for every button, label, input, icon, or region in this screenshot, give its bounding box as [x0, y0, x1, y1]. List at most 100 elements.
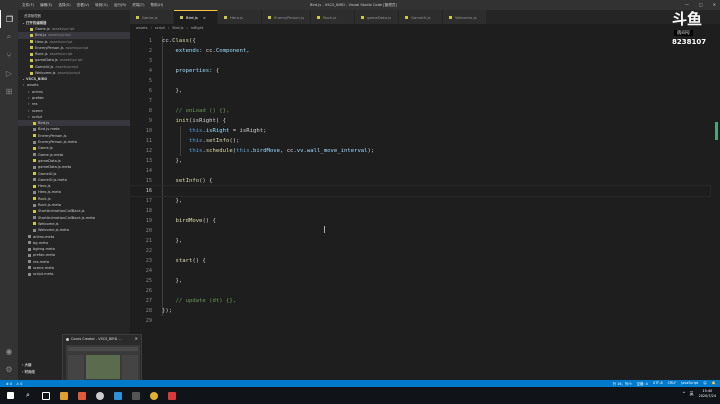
clock[interactable]: 15:40 2020/7/24	[699, 389, 716, 399]
tab-game[interactable]: Game.js	[130, 10, 174, 24]
code-line[interactable]: 16	[129, 185, 711, 197]
code-line[interactable]: 27 // update (dt) {},	[130, 296, 710, 306]
status-item[interactable]: ☺	[703, 381, 707, 386]
code-line[interactable]: 25 },	[130, 276, 710, 286]
js-file-icon	[449, 15, 453, 19]
taskbar-search-icon[interactable]: ⌕	[20, 389, 36, 403]
tray-icons[interactable]: ^ 英	[682, 391, 693, 397]
tree-item-label: scene	[32, 108, 43, 113]
code-line[interactable]: 2 extends: cc.Component,	[130, 46, 710, 56]
tab-close-icon[interactable]: ×	[203, 16, 206, 20]
tab-rock[interactable]: Rock.js	[311, 10, 356, 24]
terminal-taskbar-icon[interactable]	[128, 389, 144, 403]
menu-item[interactable]: 查看(V)	[77, 3, 89, 8]
code-line[interactable]: 19 birdMove() {	[130, 216, 710, 226]
menu-item[interactable]: 编辑(E)	[40, 3, 52, 8]
code-line[interactable]: 18	[130, 206, 710, 216]
vertical-scrollbar[interactable]	[715, 122, 718, 140]
file-explorer-icon[interactable]	[56, 389, 72, 403]
tree-item-label: Rock.js.meta	[38, 203, 62, 208]
tree-item-label: GameUI.js	[38, 171, 57, 176]
task-view-icon[interactable]	[38, 389, 54, 403]
account-icon[interactable]: ◉	[0, 342, 18, 360]
menu-item[interactable]: 文件(F)	[22, 3, 34, 8]
app-taskbar-icon[interactable]	[92, 389, 108, 403]
code-editor[interactable]: 1 cc.Class({2 extends: cc.Component, 3 4 pr…	[129, 32, 711, 380]
menu-item[interactable]: 帮助(H)	[151, 3, 164, 8]
maximize-icon[interactable]: □	[699, 2, 703, 7]
code-line[interactable]: 23 start() {	[130, 256, 710, 266]
code-line[interactable]: 5	[130, 76, 710, 86]
code-line[interactable]: 26	[130, 286, 710, 296]
status-right: 行 16，列 9 空格: 4 UTF-8 CRLF JavaScript ☺ 🔔	[613, 381, 716, 386]
code-line[interactable]: 20	[130, 226, 710, 236]
code-line[interactable]: 8 // onLoad () {},	[130, 106, 710, 116]
code-line[interactable]: 6 },	[130, 86, 710, 96]
code-line[interactable]: 1 cc.Class({	[130, 36, 710, 46]
code-line[interactable]: 21 },	[130, 236, 710, 246]
tab-enemyperson[interactable]: EnemyPerson.js	[262, 10, 312, 24]
breadcrumb-item[interactable]: Bird.js	[172, 26, 183, 30]
extensions-icon[interactable]: ⊞	[0, 82, 18, 100]
status-problems[interactable]: ⚠ 0	[16, 382, 22, 386]
menu-item[interactable]: 转到(G)	[95, 3, 108, 8]
code-line[interactable]: 11 this.setInfo();	[130, 136, 710, 146]
code-line[interactable]: 17 },	[130, 196, 710, 206]
run-debug-icon[interactable]: ▷	[0, 64, 18, 82]
cocos-creator-taskbar-icon[interactable]	[74, 389, 90, 403]
code-line[interactable]: 7	[130, 96, 710, 106]
menu-item[interactable]: 终端(T)	[132, 3, 144, 8]
vscode-taskbar-icon[interactable]	[110, 389, 126, 403]
tree-file[interactable]: script.meta	[18, 271, 130, 277]
tab-welcome[interactable]: Welcome.js	[443, 10, 488, 24]
code-line[interactable]: 3	[130, 56, 710, 66]
open-editor-path: assets\script	[49, 39, 73, 44]
code-line[interactable]: 9 init(isRight) {	[130, 116, 710, 126]
code-line[interactable]: 22	[130, 246, 710, 256]
status-problems[interactable]: ⊗ 0	[6, 382, 12, 386]
meta-file-icon	[28, 235, 31, 238]
code-token: = isRight;	[229, 128, 267, 134]
app-red-taskbar-icon[interactable]	[164, 389, 180, 403]
code-line[interactable]: 24	[130, 266, 710, 276]
code-line[interactable]: 13 },	[130, 156, 710, 166]
status-item[interactable]: 行 16，列 9	[613, 381, 632, 386]
tab-gameui[interactable]: GameUI.js	[399, 10, 444, 24]
code-line[interactable]: 28});	[130, 306, 710, 316]
tab-gamedata[interactable]: gameData.js	[355, 10, 400, 24]
tray-item[interactable]: ^	[682, 391, 685, 397]
code-line[interactable]: 29	[130, 316, 710, 326]
minimize-icon[interactable]: —	[685, 2, 689, 7]
source-control-icon[interactable]: ⑂	[0, 46, 18, 64]
code-line[interactable]: 14	[130, 166, 710, 176]
status-item[interactable]: JavaScript	[681, 381, 698, 386]
code-text: this.schedule(this.birdMove, cc.vv.wall_…	[162, 148, 374, 154]
menu-item[interactable]: 选择(S)	[58, 3, 70, 8]
status-item[interactable]: 🔔	[712, 381, 716, 386]
line-number: 13	[145, 158, 152, 164]
windows-start-icon[interactable]	[2, 389, 18, 403]
code-line[interactable]: 4 properties: {	[130, 66, 710, 76]
search-icon[interactable]: ⌕	[0, 28, 18, 46]
code-token: // onLoad () {},	[175, 108, 230, 114]
line-number: 10	[145, 128, 152, 134]
popup-close-icon[interactable]: ✕	[135, 336, 138, 341]
code-line[interactable]: 10 this.isRight = isRight;	[130, 126, 710, 136]
breadcrumb-item[interactable]: isRight	[191, 26, 203, 30]
tab-hero[interactable]: Hero.js	[218, 10, 262, 24]
status-item[interactable]: UTF-8	[653, 381, 663, 386]
status-item[interactable]: CRLF	[668, 381, 677, 386]
tab-bird[interactable]: Bird.js ×	[174, 10, 218, 24]
code-text: this.isRight = isRight;	[162, 128, 266, 134]
tray-item[interactable]: 英	[690, 391, 694, 397]
close-icon[interactable]: ✕	[713, 2, 716, 7]
breadcrumb-item[interactable]: assets	[136, 26, 147, 30]
code-line[interactable]: 15 setInfo() {	[130, 176, 710, 186]
status-item[interactable]: 空格: 4	[637, 381, 648, 386]
breadcrumb-item[interactable]: script	[155, 26, 165, 30]
explorer-icon[interactable]: ❐	[0, 10, 18, 28]
gear-icon[interactable]: ⚙	[0, 360, 18, 378]
menu-item[interactable]: 运行(R)	[114, 3, 127, 8]
chrome-taskbar-icon[interactable]	[146, 389, 162, 403]
code-line[interactable]: 12 this.schedule(this.birdMove, cc.vv.wa…	[130, 146, 710, 156]
